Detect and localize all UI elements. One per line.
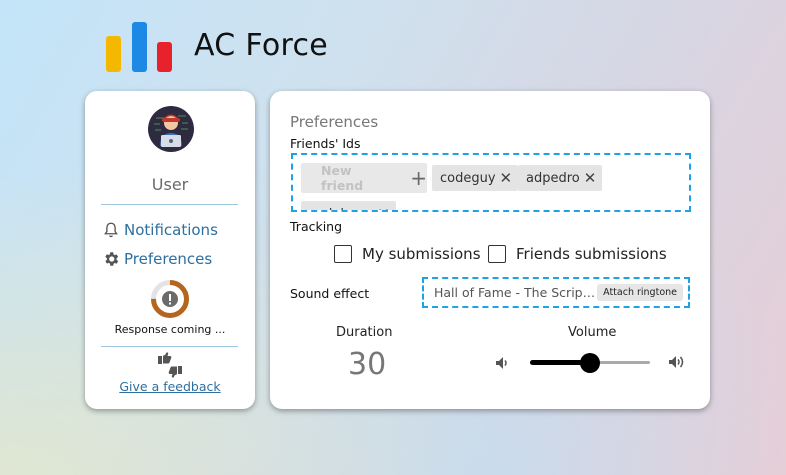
sound-effect-value: Hall of Fame - The Script ft. will.i.am — [434, 285, 596, 300]
checkbox-box[interactable] — [488, 245, 506, 263]
sidebar-item-notifications[interactable]: Notifications — [102, 221, 218, 239]
logo-bar-red — [157, 42, 172, 72]
gear-icon — [105, 252, 119, 266]
duration-label: Duration — [336, 325, 393, 340]
give-feedback-link[interactable]: Give a feedback — [85, 379, 255, 394]
logo-bar-blue — [132, 22, 147, 72]
volume-up-icon[interactable] — [667, 352, 687, 372]
thumbs-feedback-icon — [158, 352, 182, 378]
sidebar-item-preferences[interactable]: Preferences — [102, 250, 212, 268]
logo-bar-yellow — [106, 36, 121, 72]
response-status-text: Response coming ... — [114, 323, 226, 336]
friends-ids-input-area[interactable]: New friend + codeguy ✕ adpedro ✕ codeluv… — [291, 153, 691, 212]
bell-icon — [104, 222, 118, 238]
my-submissions-checkbox[interactable]: My submissions — [334, 245, 481, 263]
friend-chip-label: codeguy — [440, 170, 496, 186]
sidebar-divider — [101, 346, 238, 347]
volume-down-icon[interactable] — [492, 353, 512, 373]
preferences-card: Preferences Friends' Ids New friend + co… — [270, 91, 710, 409]
friend-chip: adpedro ✕ — [518, 165, 603, 191]
volume-label: Volume — [568, 325, 617, 340]
sidebar-card: User Notifications Preferences Response … — [85, 91, 255, 409]
checkbox-label: My submissions — [362, 245, 481, 263]
checkbox-box[interactable] — [334, 245, 352, 263]
response-progress-indicator — [151, 280, 189, 318]
sound-effect-input[interactable]: Hall of Fame - The Script ft. will.i.am … — [422, 277, 690, 308]
remove-chip-icon[interactable]: ✕ — [584, 169, 597, 187]
app-title: AC Force — [194, 28, 329, 63]
remove-chip-icon[interactable]: ✕ — [377, 205, 390, 210]
volume-slider[interactable] — [530, 353, 650, 373]
sidebar-divider — [101, 204, 238, 205]
new-friend-input[interactable]: New friend + — [301, 163, 427, 193]
new-friend-placeholder: New friend — [321, 163, 364, 193]
user-avatar — [148, 106, 194, 152]
sidebar-item-label: Notifications — [124, 221, 218, 239]
app-logo — [106, 22, 174, 74]
friend-chip-label: adpedro — [526, 170, 580, 186]
preferences-title: Preferences — [290, 113, 379, 131]
attach-ringtone-button[interactable]: Attach ringtone — [597, 284, 683, 301]
add-friend-plus-icon[interactable]: + — [410, 168, 427, 188]
volume-slider-thumb[interactable] — [580, 353, 600, 373]
remove-chip-icon[interactable]: ✕ — [500, 169, 513, 187]
checkbox-label: Friends submissions — [516, 245, 667, 263]
tracking-label: Tracking — [290, 219, 343, 234]
friends-ids-label: Friends' Ids — [290, 136, 361, 151]
sidebar-item-label: Preferences — [124, 250, 213, 268]
friend-chip: codeluver ✕ — [301, 201, 396, 211]
friend-chip: codeguy ✕ — [432, 165, 519, 191]
friend-chip-label: codeluver — [309, 207, 373, 211]
sound-effect-label: Sound effect — [290, 286, 370, 301]
friends-submissions-checkbox[interactable]: Friends submissions — [488, 245, 667, 263]
duration-value[interactable]: 30 — [348, 347, 386, 382]
user-label: User — [151, 175, 189, 194]
